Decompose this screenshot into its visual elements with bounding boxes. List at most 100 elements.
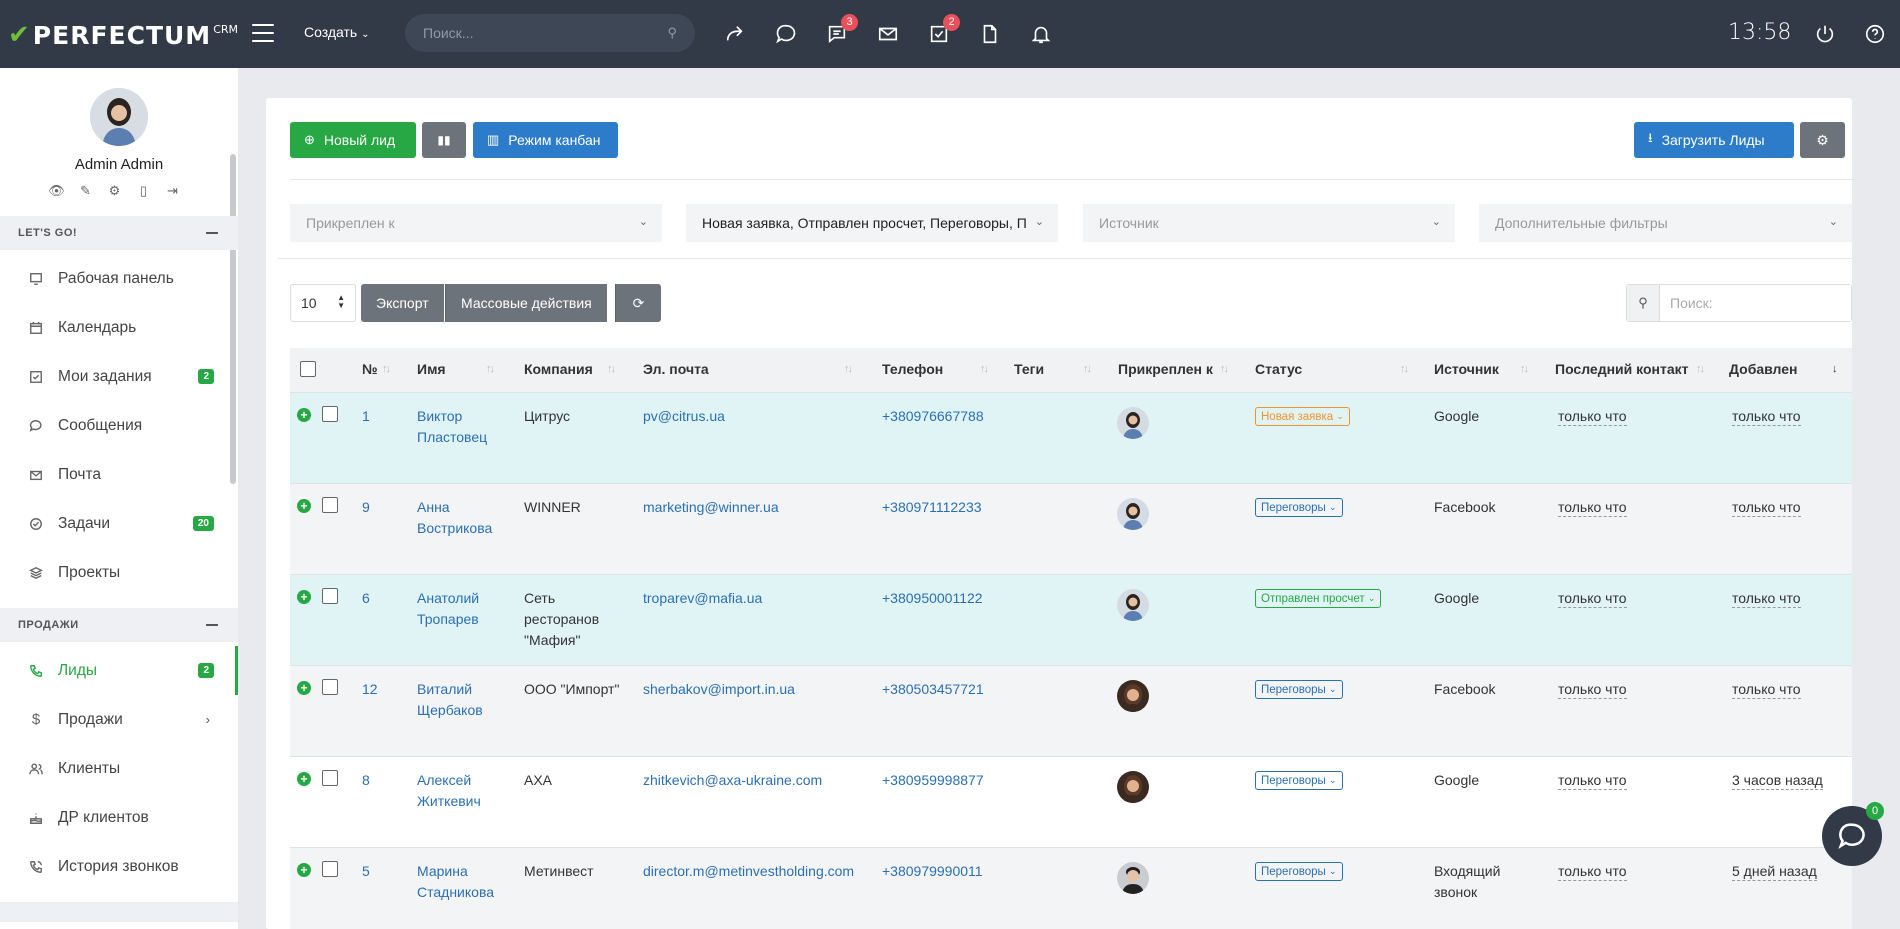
added-time[interactable]: только что — [1732, 499, 1801, 517]
sort-icon[interactable]: ↑↓ — [980, 363, 989, 375]
email-link[interactable]: marketing@winner.ua — [643, 497, 779, 518]
lead-name-link[interactable]: Марина Стадникова — [417, 861, 494, 903]
sidebar-item-my-tasks[interactable]: Мои задания 2 — [0, 352, 238, 401]
table-row[interactable]: +9 Анна Вострикова WINNER marketing@winner.u… — [290, 483, 1852, 574]
sidebar-item-messages[interactable]: Сообщения — [0, 401, 238, 450]
row-checkbox[interactable] — [322, 588, 338, 604]
last-contact-time[interactable]: только что — [1558, 590, 1627, 608]
filter-attached[interactable]: Прикреплен к ⌄ — [290, 204, 662, 242]
sort-icon[interactable]: ↑↓ — [1083, 363, 1092, 375]
table-row[interactable]: +5 Марина Стадникова Метинвест director.m@me… — [290, 847, 1852, 929]
phone-link[interactable]: +380971112233 — [882, 497, 982, 518]
mail-icon[interactable] — [875, 21, 901, 47]
new-lead-button[interactable]: ⊕ Новый лид — [290, 122, 416, 158]
table-search-input[interactable] — [1660, 285, 1851, 321]
email-link[interactable]: troparev@mafia.ua — [643, 588, 762, 609]
column-header-phone[interactable]: Телефон — [882, 361, 943, 377]
export-button[interactable]: Экспорт — [361, 284, 444, 322]
eye-icon[interactable]: 👁 — [48, 182, 65, 199]
sort-icon[interactable]: ↑↓ — [1220, 363, 1229, 375]
added-time[interactable]: только что — [1732, 681, 1801, 699]
email-link[interactable]: sherbakov@import.in.ua — [643, 679, 795, 700]
user-avatar[interactable] — [90, 88, 148, 146]
assignee-avatar[interactable] — [1117, 407, 1149, 439]
expand-row-icon[interactable]: + — [297, 772, 311, 786]
sidebar-item-client-birthdays[interactable]: ДР клиентов — [0, 793, 238, 842]
sidebar-item-projects[interactable]: Проекты — [0, 548, 238, 597]
lead-name-link[interactable]: Алексей Житкевич — [417, 770, 481, 812]
section-sales[interactable]: ПРОДАЖИ — [0, 608, 238, 642]
chat-widget-button[interactable]: 0 — [1822, 802, 1884, 866]
added-time[interactable]: только что — [1732, 408, 1801, 426]
last-contact-time[interactable]: только что — [1558, 499, 1627, 517]
refresh-button[interactable]: ⟳ — [615, 284, 661, 322]
sidebar-item-call-history[interactable]: История звонков — [0, 842, 238, 891]
phone-link[interactable]: +380950001122 — [882, 588, 983, 609]
last-contact-time[interactable]: только что — [1558, 772, 1627, 790]
kanban-mode-button[interactable]: ▥ Режим канбан — [473, 122, 618, 158]
filter-status[interactable]: Новая заявка, Отправлен просчет, Перегов… — [686, 204, 1058, 242]
assignee-avatar[interactable] — [1117, 589, 1149, 621]
filter-source[interactable]: Источник ⌄ — [1083, 204, 1455, 242]
row-number-link[interactable]: 6 — [362, 588, 370, 609]
column-header-name[interactable]: Имя — [417, 361, 446, 377]
column-header-added[interactable]: Добавлен — [1729, 361, 1798, 377]
last-contact-time[interactable]: только что — [1558, 408, 1627, 426]
assignee-avatar[interactable] — [1117, 498, 1149, 530]
section-lets-go[interactable]: LET'S GO! — [0, 216, 238, 250]
lead-name-link[interactable]: Виктор Пластовец — [417, 406, 487, 448]
create-dropdown[interactable]: Создать ⌄ — [304, 24, 370, 40]
sort-desc-icon[interactable]: ↓ — [1832, 363, 1837, 375]
menu-toggle-icon[interactable] — [252, 24, 274, 42]
sidebar-item-mail[interactable]: Почта — [0, 450, 238, 499]
global-search-input[interactable] — [423, 25, 668, 41]
select-all-checkbox[interactable] — [300, 361, 316, 377]
column-header-attached[interactable]: Прикреплен к — [1118, 361, 1213, 377]
row-number-link[interactable]: 12 — [362, 679, 378, 700]
document-icon[interactable] — [977, 21, 1003, 47]
table-row[interactable]: +6 Анатолий Тропарев Сеть ресторанов "Мафия" t… — [290, 574, 1852, 665]
sort-icon[interactable]: ↑↓ — [1400, 363, 1409, 375]
phone-link[interactable]: +380959998877 — [882, 770, 984, 791]
added-time[interactable]: 3 часов назад — [1732, 772, 1823, 790]
row-number-link[interactable]: 9 — [362, 497, 370, 518]
expand-row-icon[interactable]: + — [297, 499, 311, 513]
status-dropdown[interactable]: Переговоры ⌄ — [1255, 680, 1343, 699]
row-number-link[interactable]: 8 — [362, 770, 370, 791]
stats-button[interactable]: ▮▮ — [422, 122, 466, 158]
status-dropdown[interactable]: Переговоры ⌄ — [1255, 771, 1343, 790]
column-header-tags[interactable]: Теги — [1014, 361, 1044, 377]
status-dropdown[interactable]: Переговоры ⌄ — [1255, 498, 1343, 517]
table-row[interactable]: +12 Виталий Щербаков ООО "Импорт" sherbakov@… — [290, 665, 1852, 756]
upload-leads-button[interactable]: ⭳ Загрузить Лиды — [1634, 122, 1794, 158]
lead-name-link[interactable]: Анна Вострикова — [417, 497, 492, 539]
expand-row-icon[interactable]: + — [297, 408, 311, 422]
status-dropdown[interactable]: Новая заявка ⌄ — [1255, 407, 1350, 426]
sidebar-item-tasks[interactable]: Задачи 20 — [0, 499, 238, 548]
phone-link[interactable]: +380979990011 — [882, 861, 983, 882]
assignee-avatar[interactable] — [1117, 771, 1149, 803]
chat-icon[interactable] — [773, 21, 799, 47]
assignee-avatar[interactable] — [1117, 680, 1149, 712]
column-header-number[interactable]: № — [362, 361, 378, 377]
lead-name-link[interactable]: Анатолий Тропарев — [417, 588, 479, 630]
assignee-avatar[interactable] — [1117, 862, 1149, 894]
email-link[interactable]: zhitkevich@axa-ukraine.com — [643, 770, 822, 791]
messages-icon[interactable]: 3 — [824, 14, 858, 47]
share-icon[interactable] — [722, 21, 748, 47]
row-checkbox[interactable] — [322, 770, 338, 786]
email-link[interactable]: pv@citrus.ua — [643, 406, 725, 427]
settings-button[interactable]: ⚙ — [1800, 122, 1845, 158]
power-icon[interactable] — [1812, 21, 1838, 47]
column-header-source[interactable]: Источник — [1434, 361, 1499, 377]
sort-icon[interactable]: ↑↓ — [1696, 363, 1705, 375]
expand-row-icon[interactable]: + — [297, 681, 311, 695]
sidebar-item-leads[interactable]: Лиды 2 — [0, 646, 238, 695]
logo[interactable]: ✔ PERFECTUM CRM — [8, 20, 238, 50]
row-checkbox[interactable] — [322, 679, 338, 695]
file-icon[interactable]: ▯ — [135, 182, 152, 199]
expand-row-icon[interactable]: + — [297, 863, 311, 877]
sort-icon[interactable]: ↑↓ — [844, 363, 853, 375]
sort-icon[interactable]: ↑↓ — [607, 363, 616, 375]
help-icon[interactable] — [1862, 21, 1888, 47]
